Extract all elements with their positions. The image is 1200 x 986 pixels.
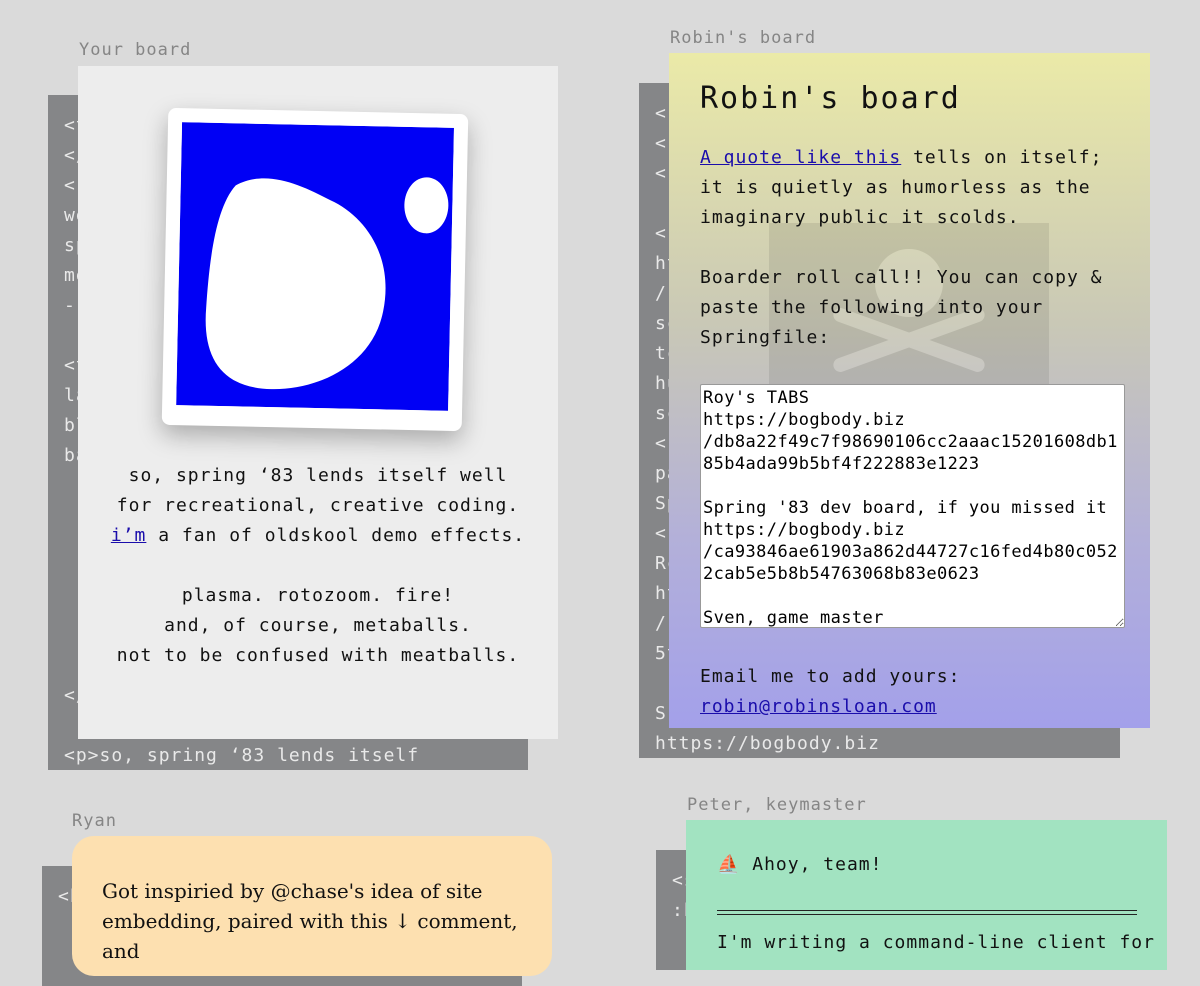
email-link[interactable]: robin@robinsloan.com bbox=[700, 696, 937, 717]
caption-line: so, spring ‘83 lends itself well bbox=[128, 465, 508, 486]
caption-line: i’m a fan of oldskool demo effects. bbox=[78, 521, 558, 551]
source-line: < bbox=[655, 433, 667, 454]
quote-link[interactable]: A quote like this bbox=[700, 147, 901, 168]
divider bbox=[717, 910, 1137, 915]
robin-board-label: Robin's board bbox=[670, 28, 817, 48]
robin-board-title: Robin's board bbox=[700, 81, 961, 116]
caption-line: not to be confused with meatballs. bbox=[116, 645, 520, 666]
rollcall-paragraph: Boarder roll call!! You can copy & paste… bbox=[700, 267, 1103, 348]
springfile-textarea[interactable] bbox=[700, 384, 1125, 628]
source-line: < bbox=[655, 133, 667, 154]
metaballs-image-frame bbox=[161, 107, 469, 432]
source-line: / bbox=[655, 283, 667, 304]
your-board-caption: so, spring ‘83 lends itself well for rec… bbox=[78, 461, 558, 671]
peter-greeting: ⛵ Ahoy, team! bbox=[717, 854, 883, 875]
caption-text: a fan of oldskool demo effects. bbox=[146, 525, 526, 546]
ryan-board-label: Ryan bbox=[72, 811, 117, 831]
source-line: < bbox=[655, 523, 667, 544]
caption-line: plasma. rotozoom. fire! bbox=[181, 585, 455, 606]
your-board: so, spring ‘83 lends itself well for rec… bbox=[78, 66, 558, 739]
peter-board: ⛵ Ahoy, team! I'm writing a command-line… bbox=[686, 820, 1167, 970]
caption-line: for recreational, creative coding. bbox=[116, 495, 520, 516]
email-paragraph: Email me to add yours: robin@robinsloan.… bbox=[700, 662, 1120, 722]
im-link[interactable]: i’m bbox=[111, 525, 147, 546]
metaballs-image bbox=[176, 122, 454, 411]
quote-paragraph: A quote like this tells on itself; it is… bbox=[700, 143, 1120, 233]
source-line: < bbox=[64, 175, 76, 196]
source-line: < bbox=[655, 163, 667, 184]
caption-line: and, of course, metaballs. bbox=[164, 615, 472, 636]
ryan-board-text: Got inspiried by @chase's idea of site e… bbox=[102, 879, 518, 963]
robin-board: Robin's board A quote like this tells on… bbox=[669, 53, 1150, 728]
source-line: / bbox=[655, 613, 667, 634]
source-line: < bbox=[655, 223, 667, 244]
source-bottom-line: https://bogbody.biz bbox=[655, 733, 880, 754]
ryan-board: Got inspiried by @chase's idea of site e… bbox=[72, 836, 552, 976]
email-label: Email me to add yours: bbox=[700, 666, 961, 687]
your-board-label: Your board bbox=[79, 40, 192, 60]
peter-board-label: Peter, keymaster bbox=[687, 795, 867, 815]
source-line: < bbox=[655, 103, 667, 124]
source-bottom-line: <p>so, spring ‘83 lends itself bbox=[64, 745, 420, 766]
